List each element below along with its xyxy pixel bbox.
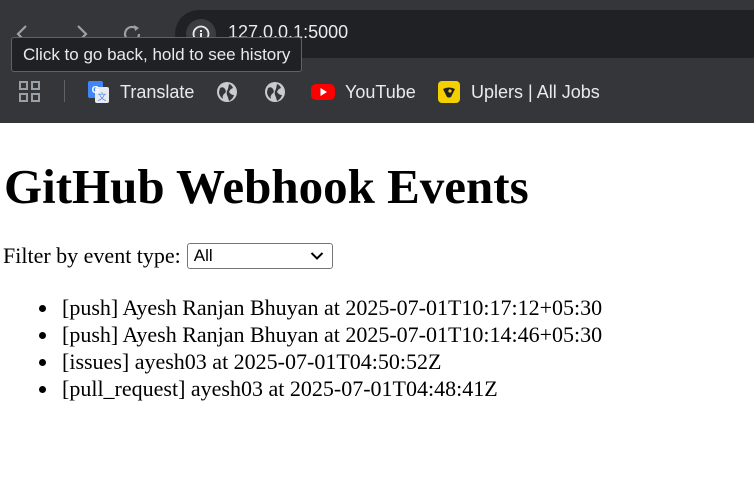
filter-row: Filter by event type: All bbox=[3, 242, 333, 270]
bookmark-uplers[interactable]: Uplers | All Jobs bbox=[437, 78, 600, 106]
event-type-select[interactable]: All bbox=[186, 243, 333, 269]
page-content: GitHub Webhook Events Filter by event ty… bbox=[0, 123, 754, 489]
globe-icon bbox=[217, 82, 237, 102]
filter-label: Filter by event type: bbox=[3, 243, 181, 268]
bookmark-label: YouTube bbox=[345, 81, 416, 102]
event-item: [push] Ayesh Ranjan Bhuyan at 2025-07-01… bbox=[38, 322, 603, 347]
bookmark-label: Translate bbox=[120, 81, 195, 102]
globe-icon bbox=[265, 82, 285, 102]
svg-text:文: 文 bbox=[97, 91, 106, 103]
youtube-icon bbox=[311, 84, 335, 100]
event-item: [issues] ayesh03 at 2025-07-01T04:50:52Z bbox=[38, 348, 602, 375]
chevron-down-icon bbox=[310, 252, 324, 260]
back-button-tooltip: Click to go back, hold to see history bbox=[11, 37, 303, 72]
google-translate-icon: G 文 bbox=[88, 81, 109, 103]
uplers-icon bbox=[438, 81, 460, 103]
event-type-selected: All bbox=[193, 246, 213, 265]
event-item: [push] Ayesh Ranjan Bhuyan at 2025-07-01… bbox=[38, 295, 603, 320]
bookmark-globe-2[interactable] bbox=[263, 78, 297, 106]
event-list: [push] Ayesh Ranjan Bhuyan at 2025-07-01… bbox=[38, 294, 603, 402]
bookmark-translate[interactable]: G 文 Translate bbox=[86, 78, 194, 106]
bookmarks-separator bbox=[64, 80, 65, 102]
bookmark-label: Uplers | All Jobs bbox=[471, 81, 600, 102]
bookmark-youtube[interactable]: YouTube bbox=[311, 78, 416, 106]
page-title: GitHub Webhook Events bbox=[4, 159, 529, 214]
event-item: [pull_request] ayesh03 at 2025-07-01T04:… bbox=[38, 375, 602, 402]
bookmark-globe-1[interactable] bbox=[215, 78, 249, 106]
apps-grid-icon[interactable] bbox=[19, 81, 41, 103]
